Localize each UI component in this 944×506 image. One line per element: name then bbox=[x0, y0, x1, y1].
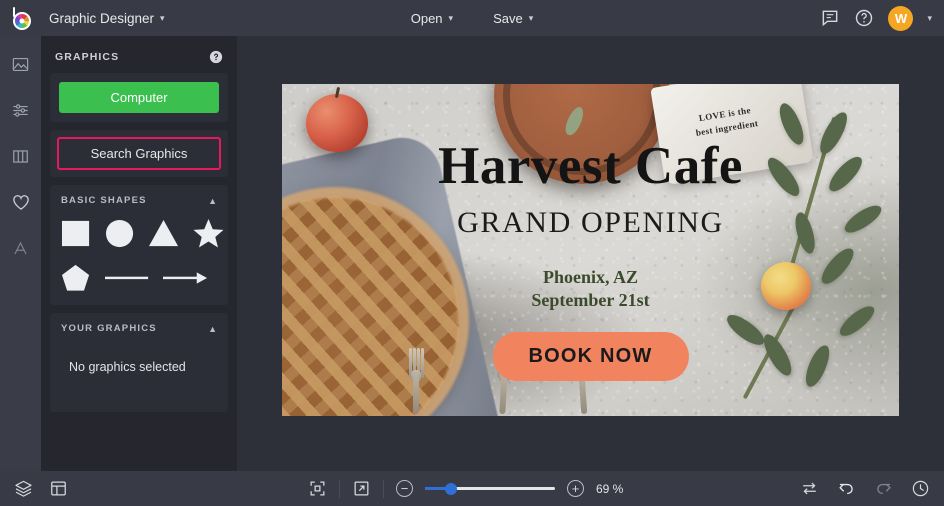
avatar[interactable]: W bbox=[888, 5, 914, 31]
avatar-chevron-down-icon[interactable]: ▾ bbox=[927, 13, 932, 24]
triangle-shape[interactable] bbox=[149, 218, 180, 249]
layout-panel-icon[interactable] bbox=[49, 479, 68, 498]
chevron-down-icon: ▾ bbox=[448, 12, 454, 23]
your-graphics-title: YOUR GRAPHICS bbox=[61, 323, 157, 334]
graphic-designer-app: Graphic Designer ▾ Open ▾ Save ▾ W ▾ GRA… bbox=[0, 0, 944, 506]
question-circle-icon[interactable] bbox=[209, 50, 223, 64]
rail-item-images[interactable] bbox=[6, 50, 36, 78]
graphics-panel: GRAPHICS Computer Search Graphics BASIC … bbox=[41, 36, 237, 471]
square-shape[interactable] bbox=[61, 218, 92, 249]
search-graphics-card: Search Graphics bbox=[50, 130, 228, 177]
chevron-down-icon: ▾ bbox=[160, 12, 165, 23]
artboard-book-now-button[interactable]: BOOK NOW bbox=[492, 331, 689, 381]
panel-title: GRAPHICS bbox=[55, 51, 120, 63]
top-bar: Graphic Designer ▾ Open ▾ Save ▾ W ▾ bbox=[0, 0, 944, 36]
basic-shapes-header[interactable]: BASIC SHAPES ▲ bbox=[61, 195, 217, 206]
chevron-up-icon: ▲ bbox=[208, 195, 217, 206]
swap-arrows-icon[interactable] bbox=[800, 479, 819, 498]
arrow-shape[interactable] bbox=[163, 270, 208, 286]
clock-history-icon[interactable] bbox=[911, 479, 930, 498]
question-circle-icon[interactable] bbox=[854, 8, 874, 28]
basic-shapes-row-2 bbox=[61, 262, 217, 293]
rail-item-text[interactable] bbox=[6, 234, 36, 262]
chat-bubble-icon[interactable] bbox=[820, 8, 840, 28]
branch-leaf bbox=[722, 310, 769, 349]
toolbar-divider bbox=[339, 479, 340, 498]
artboard[interactable]: LOVE is the best ingredient Harvest Cafe… bbox=[282, 83, 899, 416]
computer-upload-card: Computer bbox=[50, 73, 228, 122]
artboard-subtitle[interactable]: GRAND OPENING bbox=[282, 206, 899, 240]
pentagon-shape[interactable] bbox=[61, 262, 92, 293]
fork-tine bbox=[421, 347, 424, 378]
bottom-bar-right-group bbox=[800, 479, 930, 498]
fork-image bbox=[408, 347, 424, 414]
rail-item-adjustments[interactable] bbox=[6, 96, 36, 124]
line-shape[interactable] bbox=[105, 270, 150, 286]
panel-header: GRAPHICS bbox=[50, 36, 228, 73]
circle-shape[interactable] bbox=[105, 218, 136, 249]
branch-leaf bbox=[802, 341, 833, 390]
undo-arrow-icon[interactable] bbox=[837, 479, 856, 498]
your-graphics-section: YOUR GRAPHICS ▲ No graphics selected bbox=[50, 313, 228, 412]
canvas-area[interactable]: LOVE is the best ingredient Harvest Cafe… bbox=[237, 36, 944, 471]
fit-to-screen-icon[interactable] bbox=[308, 479, 327, 498]
app-title-menu[interactable]: Graphic Designer ▾ bbox=[40, 6, 174, 31]
logo-color-wheel bbox=[12, 11, 31, 30]
top-bar-right-group: W ▾ bbox=[820, 5, 944, 31]
open-menu-label: Open bbox=[410, 10, 443, 26]
chevron-up-icon: ▲ bbox=[208, 323, 217, 334]
basic-shapes-row-1 bbox=[61, 218, 224, 249]
basic-shapes-title: BASIC SHAPES bbox=[61, 195, 147, 206]
artboard-location: Phoenix, AZ bbox=[542, 266, 639, 287]
tool-rail bbox=[0, 36, 41, 471]
plate-leaf bbox=[562, 104, 587, 137]
app-title-label: Graphic Designer bbox=[49, 10, 155, 26]
zoom-out-button[interactable]: − bbox=[396, 480, 413, 497]
toolbar-divider bbox=[383, 479, 384, 498]
star-shape[interactable] bbox=[193, 218, 224, 249]
rail-item-graphics[interactable] bbox=[6, 188, 36, 216]
zoom-in-button[interactable]: + bbox=[567, 480, 584, 497]
rail-item-layouts[interactable] bbox=[6, 142, 36, 170]
artboard-title[interactable]: Harvest Cafe bbox=[282, 139, 899, 193]
layers-icon[interactable] bbox=[14, 479, 33, 498]
search-graphics-button[interactable]: Search Graphics bbox=[57, 137, 221, 170]
zoom-slider-thumb[interactable] bbox=[445, 482, 457, 495]
bonfire-color-wheel-logo bbox=[9, 6, 32, 30]
redo-arrow-icon[interactable] bbox=[874, 479, 893, 498]
basic-shapes-section: BASIC SHAPES ▲ bbox=[50, 185, 228, 305]
zoom-level-label: 69 % bbox=[596, 481, 624, 496]
save-menu-button[interactable]: Save ▾ bbox=[482, 6, 544, 31]
fork-handle bbox=[413, 371, 419, 414]
artboard-details[interactable]: Phoenix, AZ September 21st bbox=[282, 266, 899, 314]
app-body: GRAPHICS Computer Search Graphics BASIC … bbox=[0, 36, 944, 471]
zoom-slider[interactable] bbox=[425, 480, 555, 497]
computer-button[interactable]: Computer bbox=[59, 82, 219, 113]
save-menu-label: Save bbox=[493, 10, 523, 26]
chevron-down-icon: ▾ bbox=[528, 12, 534, 23]
open-menu-button[interactable]: Open ▾ bbox=[400, 6, 464, 31]
logo-container[interactable] bbox=[0, 6, 40, 30]
artboard-date: September 21st bbox=[531, 290, 650, 311]
your-graphics-empty-message: No graphics selected bbox=[69, 360, 186, 374]
your-graphics-header[interactable]: YOUR GRAPHICS ▲ bbox=[61, 323, 217, 334]
bottom-bar-left-group bbox=[14, 479, 68, 498]
expand-arrow-icon[interactable] bbox=[352, 479, 371, 498]
bottom-bar: − + 69 % bbox=[0, 471, 944, 506]
